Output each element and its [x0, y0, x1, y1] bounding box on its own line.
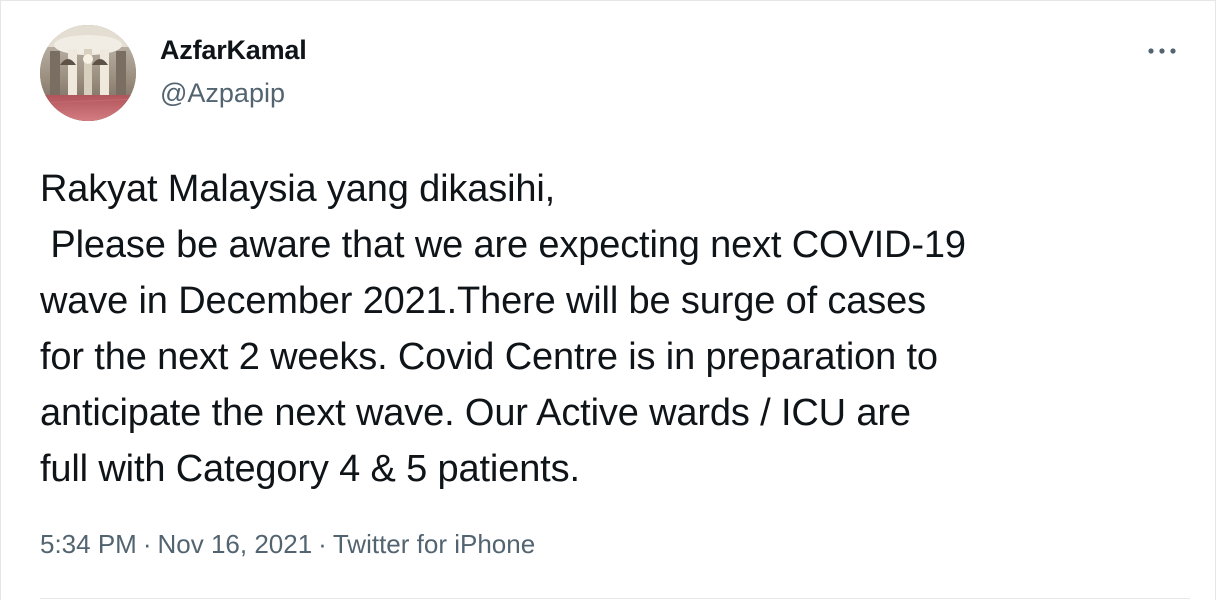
tweet-text-line: full with Category 4 & 5 patients. [40, 448, 580, 490]
avatar-image [40, 25, 136, 121]
tweet-source-link[interactable]: Twitter for iPhone [333, 529, 535, 559]
tweet-text-line: anticipate the next wave. Our Active war… [40, 392, 911, 434]
meta-separator: · [318, 529, 327, 559]
tweet-text-line: Rakyat Malaysia yang dikasihi, [40, 168, 556, 210]
tweet-text-line: for the next 2 weeks. Covid Centre is in… [40, 336, 938, 378]
tweet-text-line: wave in December 2021.There will be surg… [40, 280, 926, 322]
tweet-meta: 5:34 PM · Nov 16, 2021 · Twitter for iPhone [40, 529, 535, 560]
more-options-icon [1148, 48, 1176, 54]
author-display-name[interactable]: AzfarKamal [160, 35, 307, 66]
divider [40, 598, 1190, 599]
tweet-text: Rakyat Malaysia yang dikasihi, Please be… [40, 161, 1190, 497]
author-handle[interactable]: @Azpapip [160, 78, 285, 109]
tweet-card: AzfarKamal @Azpapip Rakyat Malaysia yang… [0, 0, 1216, 600]
more-options-button[interactable] [1139, 31, 1185, 71]
meta-separator: · [142, 529, 152, 559]
tweet-time[interactable]: 5:34 PM [40, 529, 137, 559]
tweet-text-line: Please be aware that we are expecting ne… [40, 224, 966, 266]
avatar[interactable] [40, 25, 136, 121]
tweet-date[interactable]: Nov 16, 2021 [158, 529, 313, 559]
